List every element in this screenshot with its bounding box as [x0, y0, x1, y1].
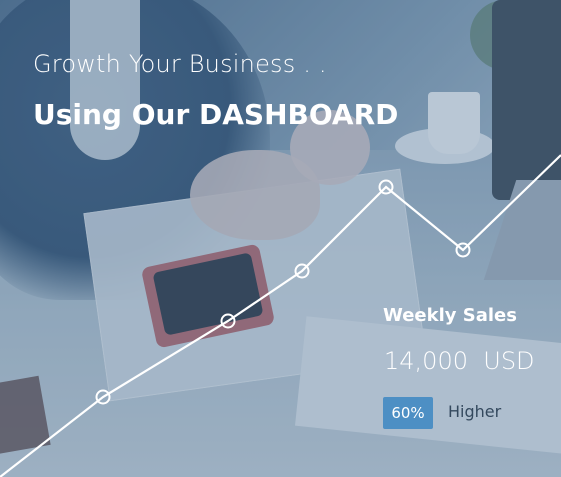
sales-currency: USD	[483, 347, 535, 375]
hero-headline: Using Our DASHBOARD	[33, 98, 399, 131]
sales-card-title: Weekly Sales	[383, 305, 517, 326]
sales-value: 14,000 USD	[384, 347, 535, 375]
sales-amount: 14,000	[384, 347, 468, 375]
change-direction-label: Higher	[448, 402, 502, 421]
change-percent-badge: 60%	[383, 397, 433, 429]
hero-banner: Growth Your Business . . Using Our DASHB…	[0, 0, 561, 477]
hero-tagline: Growth Your Business . .	[33, 50, 327, 78]
